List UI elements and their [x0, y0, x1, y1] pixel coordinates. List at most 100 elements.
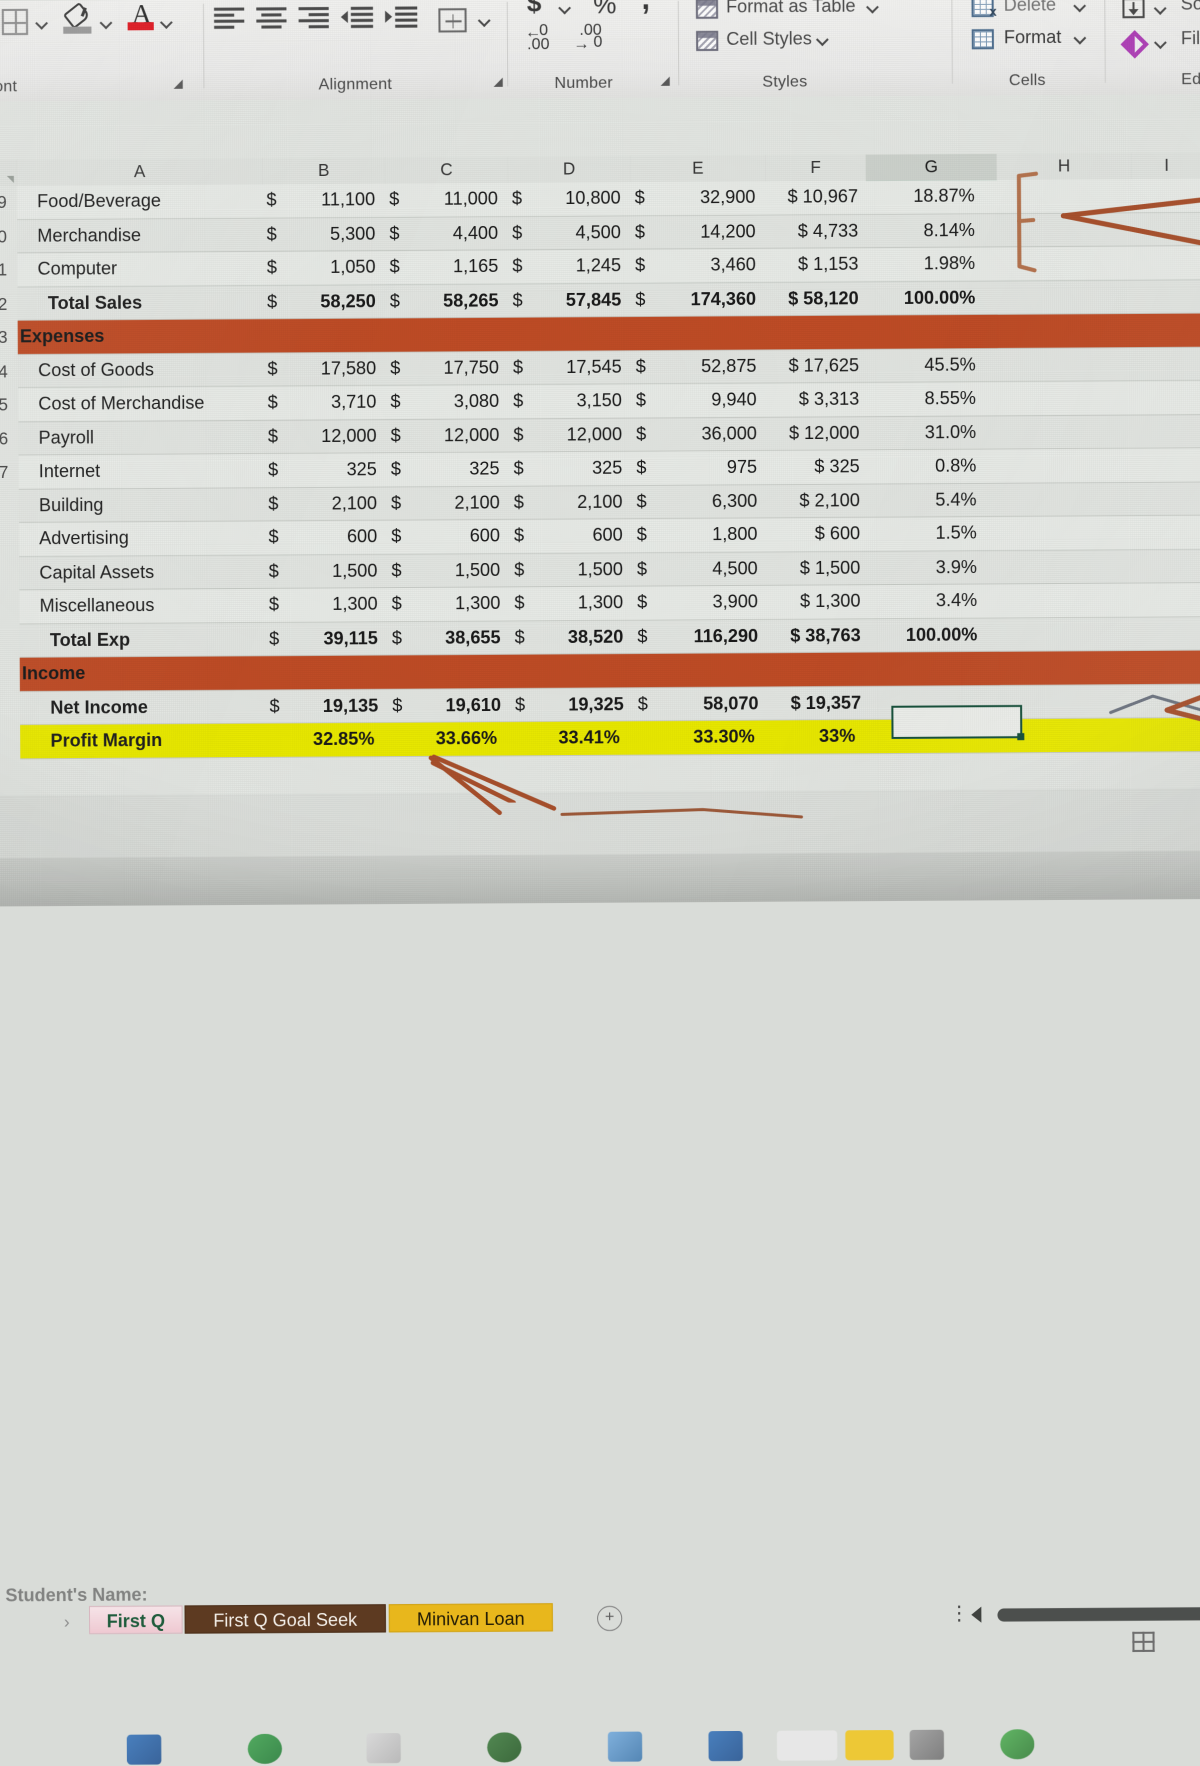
cell-a[interactable]: Net Income — [20, 690, 266, 724]
cell-e[interactable]: $58,070 — [634, 687, 769, 721]
cell-styles-icon[interactable] — [696, 31, 718, 51]
cell-e[interactable]: $3,460 — [631, 249, 766, 283]
cell-g[interactable]: 18.87% — [866, 180, 997, 213]
grid-view-button[interactable] — [1132, 1632, 1154, 1652]
add-sheet-button[interactable]: + — [597, 1606, 622, 1631]
cell-d[interactable]: $12,000 — [509, 418, 632, 451]
cell-a[interactable]: Cost of Goods — [18, 353, 264, 387]
section-header-cell[interactable]: Income — [20, 652, 1000, 691]
cell-c[interactable]: $19,610 — [388, 688, 511, 721]
column-header-b[interactable]: B — [262, 158, 386, 185]
cell-b[interactable]: $1,050 — [263, 251, 386, 284]
column-header-e[interactable]: E — [630, 155, 766, 182]
cell-c[interactable]: $325 — [387, 453, 510, 486]
cell-b[interactable]: $3,710 — [264, 386, 387, 419]
cell-a[interactable]: Miscellaneous — [19, 589, 265, 623]
delete-cells-icon[interactable]: x — [971, 0, 993, 17]
decrease-decimal-icon[interactable]: .00 → 0 — [573, 25, 613, 55]
cell-b[interactable]: $600 — [264, 521, 387, 554]
cell-b[interactable]: $325 — [264, 453, 387, 486]
column-header-f[interactable]: F — [765, 155, 867, 182]
cell-f[interactable]: $ 58,120 — [766, 282, 867, 315]
column-header-h[interactable]: H — [997, 153, 1133, 180]
sheet-tab-first-q[interactable]: First Q — [89, 1605, 183, 1634]
cell-d[interactable]: $57,845 — [508, 283, 631, 316]
cell-a[interactable]: Building — [19, 488, 265, 522]
cell-f[interactable]: 33% — [769, 720, 870, 753]
cell-g[interactable]: 31.0% — [867, 416, 998, 449]
more-options-kebab-icon[interactable]: ⋮ — [949, 1611, 969, 1617]
cell-g[interactable]: 3.4% — [868, 584, 999, 617]
cell-g[interactable]: 3.9% — [868, 551, 999, 584]
delete-cells-label[interactable]: Delete — [1004, 0, 1056, 16]
cell-c[interactable]: $1,165 — [386, 250, 509, 283]
comma-format-icon[interactable]: , — [641, 0, 650, 17]
merge-dropdown-chevron-icon[interactable] — [479, 14, 491, 26]
cell-d[interactable]: $325 — [509, 452, 632, 485]
cell-e[interactable]: $1,800 — [633, 518, 768, 552]
cell-g[interactable]: 8.14% — [866, 214, 997, 247]
filter-label[interactable]: Filt — [1181, 28, 1200, 49]
currency-dropdown-chevron-icon[interactable] — [559, 1, 571, 13]
cell-d[interactable]: $600 — [510, 519, 633, 552]
cell-c[interactable]: $38,655 — [388, 621, 511, 654]
cell-b[interactable]: $5,300 — [263, 217, 386, 250]
cell-d[interactable]: $1,500 — [510, 553, 633, 586]
cell-b[interactable]: $17,580 — [263, 352, 386, 385]
format-cells-icon[interactable] — [972, 29, 994, 49]
cell-e[interactable]: $52,875 — [632, 350, 767, 384]
row-header[interactable]: 4 — [0, 362, 16, 382]
cell-c[interactable]: $4,400 — [385, 217, 508, 250]
cell-e[interactable]: $174,360 — [631, 282, 766, 316]
cell-a[interactable]: Food/Beverage — [17, 184, 263, 218]
cell-e[interactable]: $14,200 — [631, 215, 766, 249]
cell-d[interactable]: $17,545 — [509, 351, 632, 384]
cell-f[interactable]: $ 2,100 — [767, 484, 868, 517]
cell-d[interactable]: 33.41% — [511, 721, 634, 754]
row-header[interactable]: 0 — [0, 227, 15, 247]
cell-f[interactable]: $ 4,733 — [766, 214, 867, 247]
cell-b[interactable]: $11,100 — [262, 184, 385, 217]
increase-decimal-icon[interactable]: ← 0 .00 — [525, 26, 565, 56]
font-color-dropdown-chevron-icon[interactable] — [161, 16, 173, 28]
column-header-c[interactable]: C — [385, 157, 509, 184]
cell-c[interactable]: $11,000 — [385, 183, 508, 216]
column-header-i[interactable]: I — [1131, 153, 1200, 180]
cell-a[interactable]: Payroll — [18, 420, 264, 454]
borders-icon[interactable] — [2, 9, 28, 35]
cell-b[interactable]: $2,100 — [264, 487, 387, 520]
number-dialog-launcher[interactable]: ◢ — [656, 71, 674, 89]
increase-indent-icon[interactable] — [385, 6, 417, 32]
cell-f[interactable]: $ 1,300 — [768, 585, 869, 618]
cell-c[interactable]: $58,265 — [386, 284, 509, 317]
percent-format-icon[interactable]: % — [593, 0, 616, 20]
cell-a[interactable]: Total Sales — [18, 286, 264, 320]
cell-c[interactable]: $3,080 — [386, 385, 509, 418]
cell-g[interactable]: 45.5% — [867, 348, 998, 381]
cell-d[interactable]: $2,100 — [510, 486, 633, 519]
cell-f[interactable]: $ 10,967 — [765, 181, 866, 214]
column-header-d[interactable]: D — [508, 156, 632, 183]
cell-a[interactable]: Profit Margin — [20, 724, 266, 758]
fill-color-dropdown-chevron-icon[interactable] — [100, 16, 112, 28]
cell-b[interactable]: $58,250 — [263, 285, 386, 318]
cell-e[interactable]: $9,940 — [632, 384, 767, 418]
cell-e[interactable]: $116,290 — [633, 619, 768, 653]
scroll-left-arrow-icon[interactable] — [971, 1607, 981, 1623]
borders-dropdown-chevron-icon[interactable] — [36, 17, 48, 29]
decrease-indent-icon[interactable] — [341, 7, 373, 33]
cell-c[interactable]: $2,100 — [387, 486, 510, 519]
cell-b[interactable]: $1,500 — [265, 554, 388, 587]
cell-f[interactable]: $ 600 — [767, 518, 868, 551]
cell-c[interactable]: 33.66% — [388, 722, 511, 755]
cell-d[interactable]: $10,800 — [508, 182, 631, 215]
sort-label[interactable]: So — [1181, 0, 1200, 15]
filter-icon[interactable] — [1121, 30, 1149, 58]
cell-c[interactable]: $12,000 — [387, 419, 510, 452]
cell-a[interactable]: Internet — [19, 454, 265, 488]
column-header-g[interactable]: G — [866, 154, 998, 183]
row-header[interactable]: 6 — [0, 429, 17, 449]
cell-g[interactable]: 0.8% — [868, 450, 999, 483]
align-right-icon[interactable] — [299, 7, 329, 33]
cell-f[interactable]: $ 325 — [767, 450, 868, 483]
